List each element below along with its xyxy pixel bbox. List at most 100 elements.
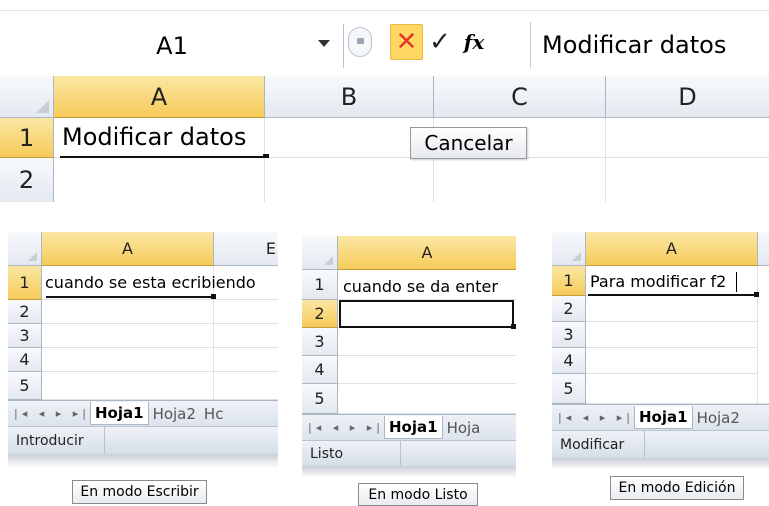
divider [530, 22, 531, 68]
row-header-3[interactable]: 3 [552, 322, 586, 348]
cell-a1-text: cuando se da enter [343, 276, 498, 296]
column-header-a[interactable]: A [42, 232, 214, 266]
caption-listo: En modo Listo [358, 483, 478, 506]
select-all-corner[interactable] [8, 232, 42, 266]
column-header-a[interactable]: A [586, 232, 758, 266]
spreadsheet-grid: A B C D 1 Modificar datos 2 [0, 76, 769, 202]
tab-hoja2[interactable]: Hoja2 [693, 409, 744, 427]
sheet-tab-bar: |◂ ◂ ▸ ▸| Hoja1 Hoja2 Hc [8, 400, 278, 426]
divider [0, 10, 769, 11]
tab-hoja1[interactable]: Hoja1 [90, 402, 149, 425]
column-header-b[interactable]: B [265, 76, 434, 118]
name-box[interactable]: A1 [0, 26, 344, 66]
formula-bar: A1 ✕ ✓ fx Modificar datos [0, 0, 769, 76]
row-header-4[interactable]: 4 [302, 356, 338, 384]
cell-a5[interactable] [42, 372, 214, 400]
cell-a5[interactable] [338, 384, 516, 414]
sheet-tab-bar: |◂ ◂ ▸ ▸| Hoja1 Hoja [302, 414, 516, 440]
cancel-button[interactable]: ✕ [390, 24, 423, 60]
cell-a2[interactable] [54, 158, 265, 202]
tab-hoja2[interactable]: Hoja [443, 419, 485, 437]
fill-handle[interactable] [211, 294, 216, 299]
cell-b4[interactable] [214, 348, 278, 372]
column-header-d[interactable]: D [606, 76, 769, 118]
status-mode-text: Introducir [16, 432, 84, 449]
select-all-corner[interactable] [302, 236, 338, 270]
row-header-3[interactable]: 3 [302, 328, 338, 356]
cell-a4[interactable] [586, 348, 758, 374]
row-header-2[interactable]: 2 [8, 300, 42, 324]
panel-edicion: A 1 2 3 4 5 Para modificar f2 |◂ ◂ ▸ ▸| … [552, 232, 769, 458]
divider [343, 24, 344, 68]
cell-b2[interactable] [265, 158, 434, 202]
cell-a4[interactable] [42, 348, 214, 372]
cell-d2[interactable] [606, 158, 769, 202]
cell-a4[interactable] [338, 356, 516, 384]
cell-b3[interactable] [214, 324, 278, 348]
cell-b1[interactable] [265, 118, 434, 158]
row-header-2[interactable]: 2 [302, 300, 338, 328]
column-header-b[interactable] [758, 232, 769, 266]
status-mode-text: Modificar [560, 436, 625, 453]
select-all-corner[interactable] [0, 76, 54, 118]
panel-listo: A 1 2 3 4 5 cuando se da enter |◂ ◂ ▸ ▸|… [302, 236, 516, 466]
fill-handle[interactable] [754, 292, 759, 297]
cell-a3[interactable] [338, 328, 516, 356]
cell-b-column[interactable] [758, 266, 769, 404]
insert-function-button[interactable]: fx [457, 24, 491, 60]
sheet-nav-arrows-icon[interactable]: |◂ ◂ ▸ ▸| [552, 411, 634, 424]
cell-a2[interactable] [586, 296, 758, 322]
row-header-5[interactable]: 5 [8, 372, 42, 400]
cell-a3[interactable] [586, 322, 758, 348]
cell-b2[interactable] [214, 300, 278, 324]
row-header-1[interactable]: 1 [8, 266, 42, 300]
cell-a2[interactable] [42, 300, 214, 324]
window-shadow [8, 454, 278, 468]
tab-hoja3[interactable]: Hc [200, 405, 228, 423]
column-header-b[interactable]: E [214, 232, 278, 266]
cell-a1-text: Modificar datos [62, 123, 247, 151]
row-header-1[interactable]: 1 [0, 118, 54, 158]
status-bar: Introducir [8, 426, 278, 454]
cell-a1-text: cuando se esta ecribiendo [45, 272, 256, 292]
sheet-nav-arrows-icon[interactable]: |◂ ◂ ▸ ▸| [302, 421, 384, 434]
row-header-5[interactable]: 5 [552, 374, 586, 404]
column-header-a[interactable]: A [54, 76, 265, 118]
cell-a3[interactable] [42, 324, 214, 348]
row-header-1[interactable]: 1 [552, 266, 586, 296]
row-header-4[interactable]: 4 [8, 348, 42, 372]
divider [644, 431, 645, 458]
row-header-2[interactable]: 2 [0, 158, 54, 202]
window-shadow [302, 466, 516, 478]
panel-escribir: A E 1 2 3 4 5 cuando se esta ecribiendo … [8, 232, 278, 454]
cell-a5[interactable] [586, 374, 758, 404]
fill-handle[interactable] [511, 324, 516, 329]
cell-c2[interactable] [434, 158, 606, 202]
function-icon: fx [463, 30, 485, 54]
cell-d1[interactable] [606, 118, 769, 158]
active-cell-border [588, 294, 755, 296]
row-header-5[interactable]: 5 [302, 384, 338, 414]
row-header-1[interactable]: 1 [302, 270, 338, 300]
formula-input[interactable]: Modificar datos [542, 22, 769, 68]
column-header-c[interactable]: C [434, 76, 606, 118]
tab-hoja1[interactable]: Hoja1 [384, 416, 443, 439]
active-cell-border [46, 296, 214, 298]
column-header-a[interactable]: A [338, 236, 516, 270]
tab-hoja1[interactable]: Hoja1 [634, 406, 693, 429]
enter-button[interactable]: ✓ [424, 24, 456, 60]
tab-hoja2[interactable]: Hoja2 [149, 405, 200, 423]
select-all-corner[interactable] [552, 232, 586, 266]
sheet-nav-arrows-icon[interactable]: |◂ ◂ ▸ ▸| [8, 407, 90, 420]
chevron-down-icon[interactable] [318, 40, 330, 47]
splitter-handle-icon [357, 38, 364, 44]
text-cursor [736, 272, 737, 292]
row-header-4[interactable]: 4 [552, 348, 586, 374]
tooltip: Cancelar [410, 127, 527, 159]
status-bar: Modificar [552, 430, 769, 458]
divider [400, 441, 401, 466]
cell-b5[interactable] [214, 372, 278, 400]
row-header-2[interactable]: 2 [552, 296, 586, 322]
checkmark-icon: ✓ [429, 27, 451, 57]
row-header-3[interactable]: 3 [8, 324, 42, 348]
